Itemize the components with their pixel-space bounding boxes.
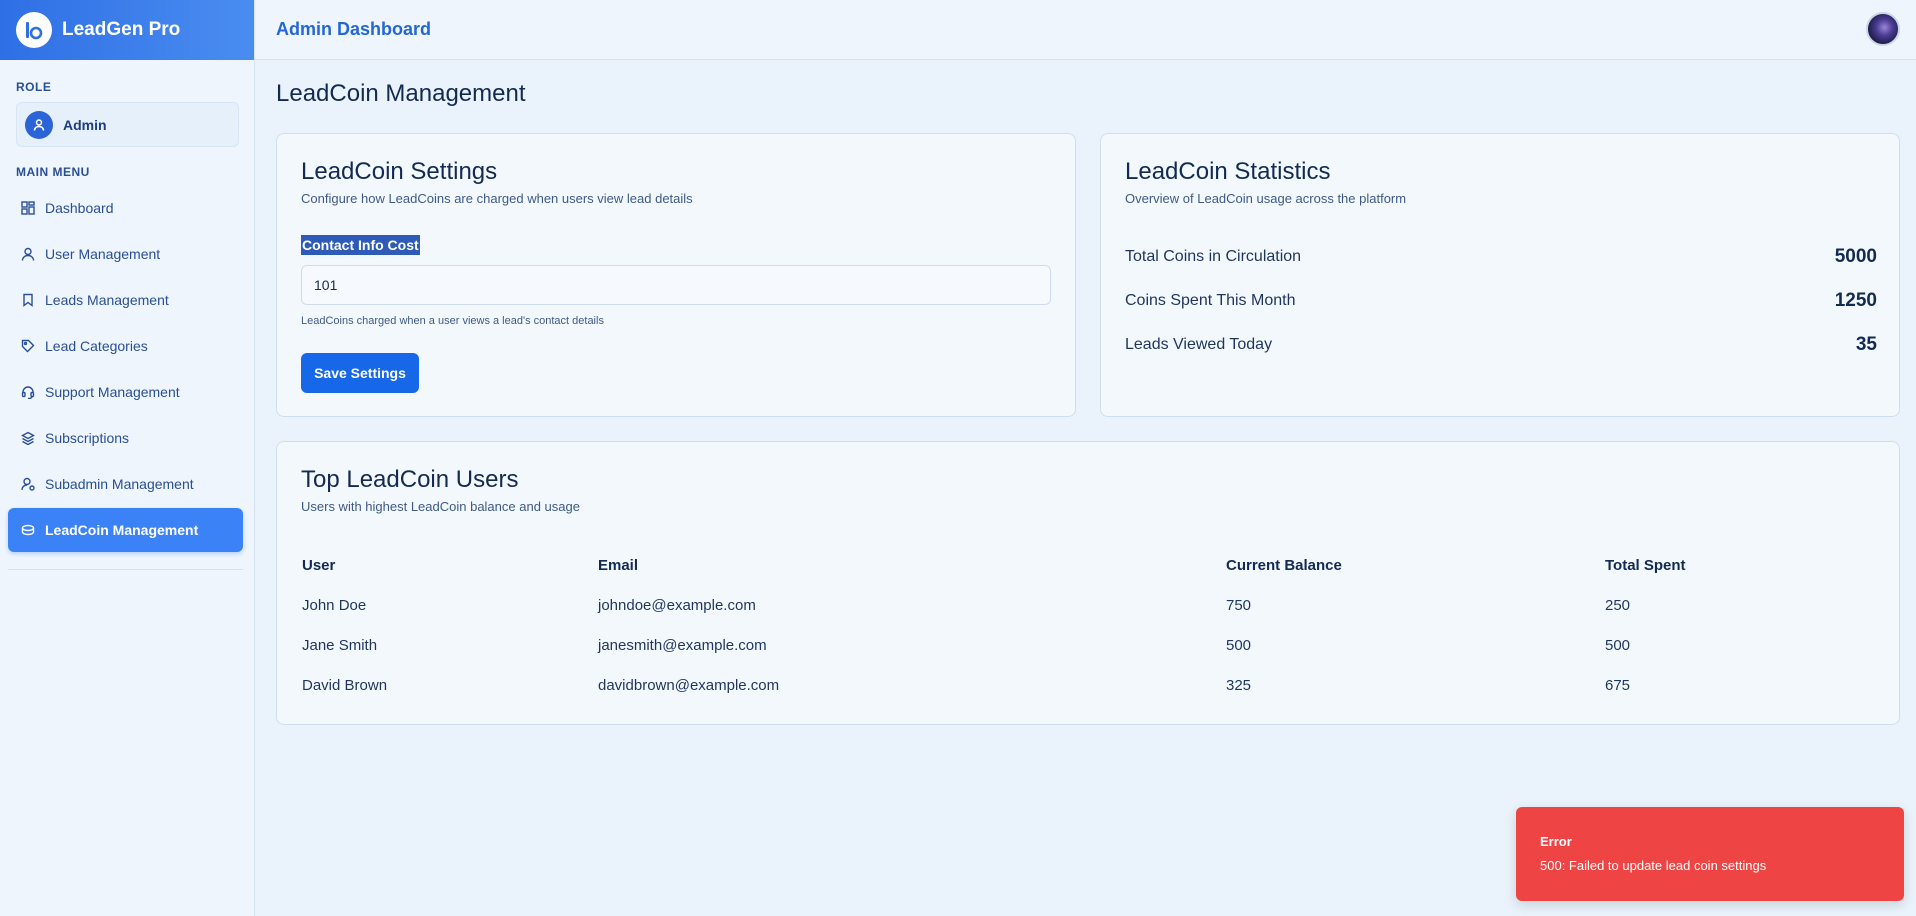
- column-header-email: Email: [598, 556, 639, 574]
- balance-cell: 500: [1226, 636, 1252, 654]
- sidebar-item-label: Subadmin Management: [45, 476, 194, 492]
- contact-info-cost-input[interactable]: [301, 265, 1051, 305]
- sidebar: LeadGen Pro ROLE Admin MAIN MENU Dashboa…: [0, 0, 255, 916]
- sidebar-item-label: Dashboard: [45, 200, 114, 216]
- tag-icon: [21, 339, 35, 353]
- contact-info-cost-label: Contact Info Cost: [301, 235, 420, 255]
- leadcoin-statistics-card: LeadCoin Statistics Overview of LeadCoin…: [1100, 133, 1900, 417]
- table-row: Jane Smith janesmith@example.com 500 500: [301, 625, 1877, 665]
- email-cell: davidbrown@example.com: [598, 676, 780, 694]
- sidebar-item-label: User Management: [45, 246, 161, 262]
- sidebar-item-subadmin-management[interactable]: Subadmin Management: [8, 462, 243, 506]
- top-leadcoin-users-card: Top LeadCoin Users Users with highest Le…: [276, 441, 1900, 725]
- coin-icon: [21, 524, 35, 536]
- table-header-row: User Email Current Balance Total Spent: [301, 545, 1877, 585]
- sidebar-item-label: Subscriptions: [45, 430, 130, 446]
- stat-row-total-coins: Total Coins in Circulation 5000: [1125, 246, 1877, 268]
- top-header: Admin Dashboard: [255, 0, 1916, 60]
- stat-label: Coins Spent This Month: [1125, 292, 1296, 309]
- stat-value: 35: [1855, 334, 1877, 355]
- admin-avatar-icon: [25, 110, 53, 139]
- settings-subtitle: Configure how LeadCoins are charged when…: [301, 191, 693, 206]
- sidebar-item-lead-categories[interactable]: Lead Categories: [8, 324, 243, 368]
- top-users-title: Top LeadCoin Users: [301, 466, 519, 493]
- balance-cell: 750: [1226, 596, 1252, 614]
- user-cell: David Brown: [302, 676, 388, 694]
- toast-message: 500: Failed to update lead coin settings: [1540, 858, 1767, 873]
- user-avatar[interactable]: [1866, 12, 1900, 46]
- sidebar-item-dashboard[interactable]: Dashboard: [8, 186, 243, 230]
- top-users-subtitle: Users with highest LeadCoin balance and …: [301, 499, 580, 514]
- sidebar-item-label: LeadCoin Management: [45, 522, 199, 538]
- spent-cell: 675: [1605, 676, 1631, 694]
- stat-value: 5000: [1834, 246, 1877, 267]
- user-cog-icon: [21, 477, 35, 491]
- spent-cell: 500: [1605, 636, 1631, 654]
- stat-row-coins-spent: Coins Spent This Month 1250: [1125, 290, 1877, 312]
- sidebar-item-label: Leads Management: [45, 292, 169, 308]
- email-cell: janesmith@example.com: [598, 636, 767, 654]
- user-cell: John Doe: [302, 596, 367, 614]
- main-menu: Dashboard User Management Leads Manageme…: [8, 186, 243, 554]
- sidebar-item-label: Lead Categories: [45, 338, 148, 354]
- contact-info-cost-help: LeadCoins charged when a user views a le…: [301, 315, 604, 327]
- sidebar-item-leadcoin-management[interactable]: LeadCoin Management: [8, 508, 243, 552]
- user-cell: Jane Smith: [302, 636, 378, 654]
- statistics-title: LeadCoin Statistics: [1125, 158, 1331, 185]
- table-row: John Doe johndoe@example.com 750 250: [301, 585, 1877, 625]
- leadcoin-settings-card: LeadCoin Settings Configure how LeadCoin…: [276, 133, 1076, 417]
- sidebar-item-subscriptions[interactable]: Subscriptions: [8, 416, 243, 460]
- role-badge: Admin: [16, 102, 239, 147]
- header-title: Admin Dashboard: [276, 19, 432, 39]
- brand-header[interactable]: LeadGen Pro: [0, 0, 254, 60]
- sidebar-item-label: Support Management: [45, 384, 180, 400]
- toast-title: Error: [1540, 834, 1572, 849]
- headset-icon: [21, 386, 35, 399]
- column-header-spent: Total Spent: [1605, 556, 1686, 574]
- app-name: LeadGen Pro: [62, 19, 181, 40]
- settings-title: LeadCoin Settings: [301, 158, 498, 185]
- top-users-table: User Email Current Balance Total Spent J…: [301, 545, 1877, 705]
- page-title: LeadCoin Management: [276, 80, 526, 107]
- stat-label: Leads Viewed Today: [1125, 336, 1273, 353]
- stat-row-leads-viewed: Leads Viewed Today 35: [1125, 334, 1877, 356]
- role-section-label: ROLE: [16, 80, 52, 94]
- app-logo-icon: [16, 12, 52, 48]
- sidebar-divider: [8, 569, 243, 570]
- email-cell: johndoe@example.com: [598, 596, 756, 614]
- stat-value: 1250: [1834, 290, 1877, 311]
- table-row: David Brown davidbrown@example.com 325 6…: [301, 665, 1877, 705]
- stat-label: Total Coins in Circulation: [1125, 248, 1302, 265]
- bookmark-icon: [23, 293, 33, 307]
- column-header-balance: Current Balance: [1226, 556, 1342, 574]
- sidebar-item-user-management[interactable]: User Management: [8, 232, 243, 276]
- column-header-user: User: [302, 556, 336, 574]
- user-icon: [21, 247, 35, 261]
- save-settings-button[interactable]: Save Settings: [301, 353, 419, 393]
- layers-icon: [21, 431, 35, 445]
- main-menu-label: MAIN MENU: [16, 165, 90, 179]
- role-name: Admin: [63, 116, 107, 133]
- error-toast[interactable]: Error 500: Failed to update lead coin se…: [1516, 807, 1904, 901]
- statistics-subtitle: Overview of LeadCoin usage across the pl…: [1125, 191, 1407, 206]
- sidebar-item-support-management[interactable]: Support Management: [8, 370, 243, 414]
- grid-icon: [21, 201, 35, 215]
- sidebar-item-leads-management[interactable]: Leads Management: [8, 278, 243, 322]
- balance-cell: 325: [1226, 676, 1252, 694]
- spent-cell: 250: [1605, 596, 1631, 614]
